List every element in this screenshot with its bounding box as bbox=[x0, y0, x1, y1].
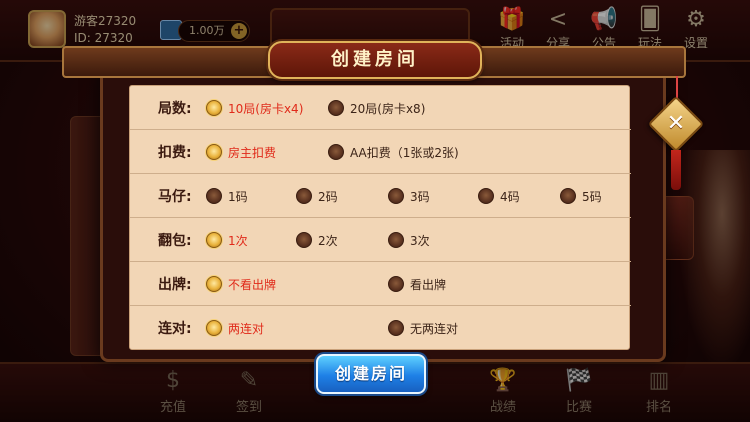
option-visible-play[interactable]: 看出牌 bbox=[388, 274, 446, 294]
option-flip-1[interactable]: 1次 bbox=[206, 230, 248, 250]
option-1-code[interactable]: 1码 bbox=[206, 186, 248, 206]
close-ornament-tassel bbox=[671, 150, 681, 190]
option-row-play: 出牌: 不看出牌 看出牌 bbox=[130, 262, 631, 306]
option-label: 房主扣费 bbox=[228, 145, 277, 160]
option-row-flip: 翻包: 1次 2次 3次 bbox=[130, 218, 631, 262]
option-row-rounds: 局数: 10局(房卡x4) 20局(房卡x8) bbox=[130, 86, 631, 130]
radio-selected-icon bbox=[206, 100, 222, 116]
radio-icon bbox=[328, 100, 344, 116]
radio-icon bbox=[388, 232, 404, 248]
radio-icon bbox=[328, 144, 344, 160]
room-options-panel: 局数: 10局(房卡x4) 20局(房卡x8) 扣费: 房主扣费 AA扣费（1张… bbox=[129, 85, 631, 350]
option-row-horse: 马仔: 1码 2码 3码 4码 5码 bbox=[130, 174, 631, 218]
radio-selected-icon bbox=[206, 144, 222, 160]
option-4-code[interactable]: 4码 bbox=[478, 186, 520, 206]
option-flip-3[interactable]: 3次 bbox=[388, 230, 430, 250]
radio-selected-icon bbox=[206, 276, 222, 292]
radio-icon bbox=[388, 320, 404, 336]
radio-icon bbox=[206, 188, 222, 204]
option-row-fee: 扣费: 房主扣费 AA扣费（1张或2张) bbox=[130, 130, 631, 174]
close-icon[interactable]: ✕ bbox=[656, 104, 696, 144]
option-5-code[interactable]: 5码 bbox=[560, 186, 602, 206]
radio-icon bbox=[388, 276, 404, 292]
option-label: 两连对 bbox=[228, 321, 265, 336]
option-3-code[interactable]: 3码 bbox=[388, 186, 430, 206]
option-label: 不看出牌 bbox=[228, 277, 277, 292]
radio-icon bbox=[478, 188, 494, 204]
create-room-button[interactable]: 创建房间 bbox=[316, 354, 426, 394]
option-10-rounds[interactable]: 10局(房卡x4) bbox=[206, 98, 303, 118]
option-host-pays[interactable]: 房主扣费 bbox=[206, 142, 276, 162]
radio-icon bbox=[296, 188, 312, 204]
option-label: 3次 bbox=[410, 233, 430, 248]
option-20-rounds[interactable]: 20局(房卡x8) bbox=[328, 98, 425, 118]
row-label: 马仔: bbox=[158, 189, 192, 205]
option-label: 1码 bbox=[228, 189, 248, 204]
radio-icon bbox=[560, 188, 576, 204]
dialog-title: 创建房间 bbox=[268, 41, 482, 79]
option-2-code[interactable]: 2码 bbox=[296, 186, 338, 206]
option-label: 10局(房卡x4) bbox=[228, 101, 304, 116]
option-label: 4码 bbox=[500, 189, 520, 204]
option-double-pairs[interactable]: 两连对 bbox=[206, 318, 264, 338]
option-label: 1次 bbox=[228, 233, 248, 248]
radio-icon bbox=[296, 232, 312, 248]
option-aa-pays[interactable]: AA扣费（1张或2张) bbox=[328, 142, 459, 162]
row-label: 翻包: bbox=[158, 233, 192, 249]
option-row-pairs: 连对: 两连对 无两连对 bbox=[130, 306, 631, 350]
row-label: 出牌: bbox=[158, 277, 192, 293]
option-label: 3码 bbox=[410, 189, 430, 204]
row-label: 扣费: bbox=[158, 145, 192, 161]
option-label: 2次 bbox=[318, 233, 338, 248]
option-label: 看出牌 bbox=[410, 277, 447, 292]
radio-selected-icon bbox=[206, 232, 222, 248]
option-label: 无两连对 bbox=[410, 321, 459, 336]
option-label: 20局(房卡x8) bbox=[350, 101, 426, 116]
option-label: 5码 bbox=[582, 189, 602, 204]
radio-selected-icon bbox=[206, 320, 222, 336]
option-no-double-pairs[interactable]: 无两连对 bbox=[388, 318, 458, 338]
row-label: 连对: bbox=[158, 321, 192, 337]
option-hidden-play[interactable]: 不看出牌 bbox=[206, 274, 276, 294]
row-label: 局数: bbox=[158, 101, 192, 117]
option-label: AA扣费（1张或2张) bbox=[350, 145, 459, 160]
option-label: 2码 bbox=[318, 189, 338, 204]
option-flip-2[interactable]: 2次 bbox=[296, 230, 338, 250]
radio-icon bbox=[388, 188, 404, 204]
